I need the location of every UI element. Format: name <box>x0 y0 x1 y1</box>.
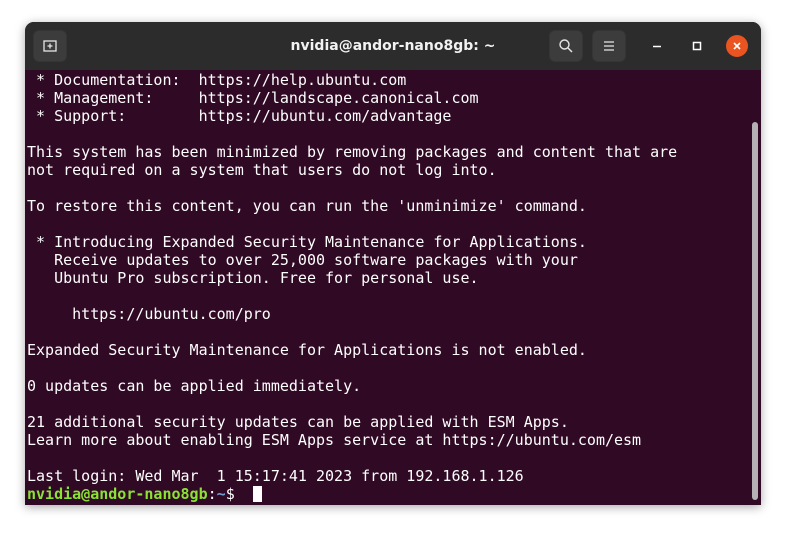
terminal-line: * Management: https://landscape.canonica… <box>27 89 479 107</box>
hamburger-menu-icon <box>604 41 614 51</box>
terminal-line: This system has been minimized by removi… <box>27 143 678 161</box>
minimize-button[interactable] <box>646 35 668 57</box>
prompt-separator: : <box>207 485 217 503</box>
terminal-line: Ubuntu Pro subscription. Free for person… <box>27 269 479 287</box>
terminal-line: Expanded Security Maintenance for Applic… <box>27 341 587 359</box>
new-tab-icon <box>43 40 57 52</box>
terminal-window: nvidia@andor-nano8gb: ~ * Documentation:… <box>25 22 761 505</box>
title-bar[interactable]: nvidia@andor-nano8gb: ~ <box>25 22 761 70</box>
terminal-line: * Support: https://ubuntu.com/advantage <box>27 107 452 125</box>
terminal-output[interactable]: * Documentation: https://help.ubuntu.com… <box>25 70 761 505</box>
scrollbar[interactable] <box>752 122 758 500</box>
terminal-line: Learn more about enabling ESM Apps servi… <box>27 431 642 449</box>
search-button[interactable] <box>549 30 583 62</box>
close-icon <box>733 42 741 50</box>
minimize-icon <box>653 45 661 48</box>
terminal-line: * Documentation: https://help.ubuntu.com <box>27 71 407 89</box>
search-icon <box>559 39 573 53</box>
terminal-line: To restore this content, you can run the… <box>27 197 587 215</box>
terminal-line: 21 additional security updates can be ap… <box>27 413 569 431</box>
prompt-line[interactable]: nvidia@andor-nano8gb:~$ <box>27 485 677 503</box>
maximize-icon <box>692 41 702 51</box>
text-cursor <box>252 486 262 502</box>
terminal-line: * Introducing Expanded Security Maintena… <box>27 233 587 251</box>
terminal-line: https://ubuntu.com/pro <box>27 305 271 323</box>
prompt-user-host: nvidia@andor-nano8gb <box>27 485 208 503</box>
close-button[interactable] <box>726 35 748 57</box>
terminal-line: Last login: Wed Mar 1 15:17:41 2023 from… <box>27 467 524 485</box>
terminal-lines: * Documentation: https://help.ubuntu.com… <box>27 71 677 503</box>
prompt-path: ~ <box>216 485 226 503</box>
new-tab-button[interactable] <box>33 30 67 62</box>
terminal-line: 0 updates can be applied immediately. <box>27 377 362 395</box>
terminal-line: Receive updates to over 25,000 software … <box>27 251 578 269</box>
terminal-line: not required on a system that users do n… <box>27 161 497 179</box>
maximize-button[interactable] <box>686 35 708 57</box>
prompt-sign: $ <box>225 485 244 503</box>
menu-button[interactable] <box>592 30 626 62</box>
